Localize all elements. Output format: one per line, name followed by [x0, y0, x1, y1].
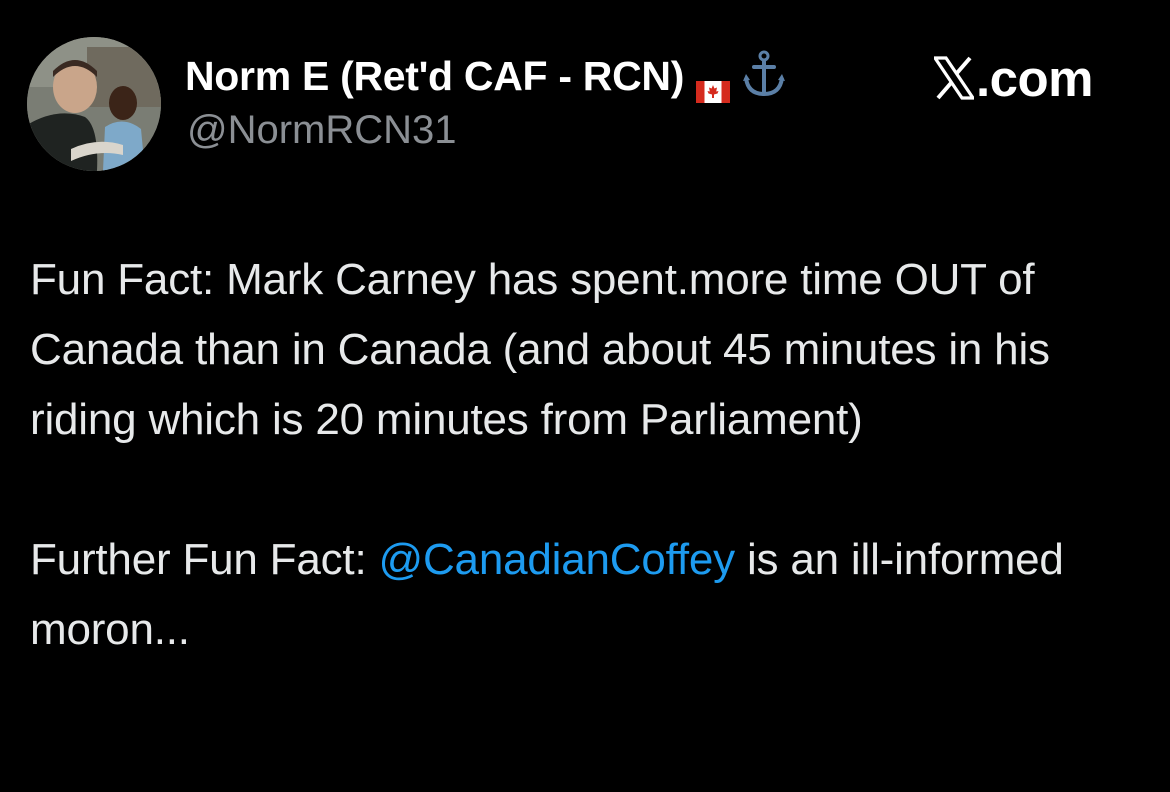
author-name-text: Norm E (Ret'd CAF - RCN)	[185, 52, 685, 99]
tweet-body: Fun Fact: Mark Carney has spent.more tim…	[30, 245, 1140, 665]
x-logo-icon	[931, 56, 977, 100]
tweet-paragraph-2-lead: Further Fun Fact:	[30, 535, 379, 584]
avatar[interactable]	[27, 37, 161, 171]
tweet-paragraph-1: Fun Fact: Mark Carney has spent.more tim…	[30, 255, 1050, 444]
anchor-icon	[742, 50, 786, 98]
mention-link[interactable]: @CanadianCoffey	[379, 535, 736, 584]
x-com-watermark: .com	[931, 48, 1094, 108]
author-handle[interactable]: @NormRCN31	[187, 108, 457, 153]
canadian-flag-icon	[696, 66, 731, 103]
x-com-label: .com	[976, 49, 1094, 107]
tweet-paragraph-2: Further Fun Fact: @CanadianCoffey is an …	[30, 525, 1140, 665]
author-display-name[interactable]: Norm E (Ret'd CAF - RCN)	[185, 50, 786, 103]
